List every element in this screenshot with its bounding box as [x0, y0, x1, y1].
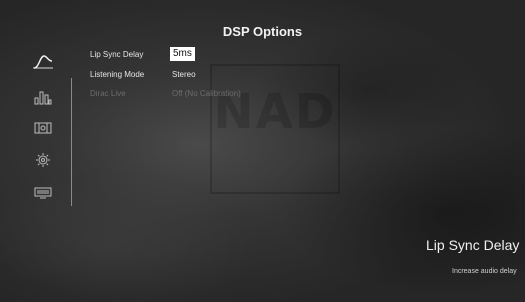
- help-title: Lip Sync Delay: [426, 237, 520, 253]
- nad-logo-watermark: NAD: [210, 64, 340, 194]
- lip-sync-value-field[interactable]: 5ms: [170, 47, 195, 61]
- help-description: Increase audio delay: [452, 268, 517, 275]
- screen: NAD DSP Options Lip Sync Delay 5ms Liste…: [0, 0, 525, 302]
- eq-curve-icon[interactable]: [30, 52, 56, 72]
- gear-icon[interactable]: [30, 150, 56, 170]
- menu-item-label: Dirac Live: [90, 89, 126, 98]
- sidebar-divider: [71, 78, 72, 206]
- display-icon[interactable]: [30, 183, 56, 203]
- bars-levels-icon[interactable]: [30, 87, 56, 107]
- menu-item-label: Listening Mode: [90, 70, 145, 79]
- dirac-live-value: Off (No Calibration): [172, 89, 241, 98]
- listening-mode-value[interactable]: Stereo: [172, 70, 196, 79]
- menu-item-label: Lip Sync Delay: [90, 50, 144, 59]
- speaker-grid-icon[interactable]: [30, 118, 56, 138]
- page-title: DSP Options: [222, 24, 303, 39]
